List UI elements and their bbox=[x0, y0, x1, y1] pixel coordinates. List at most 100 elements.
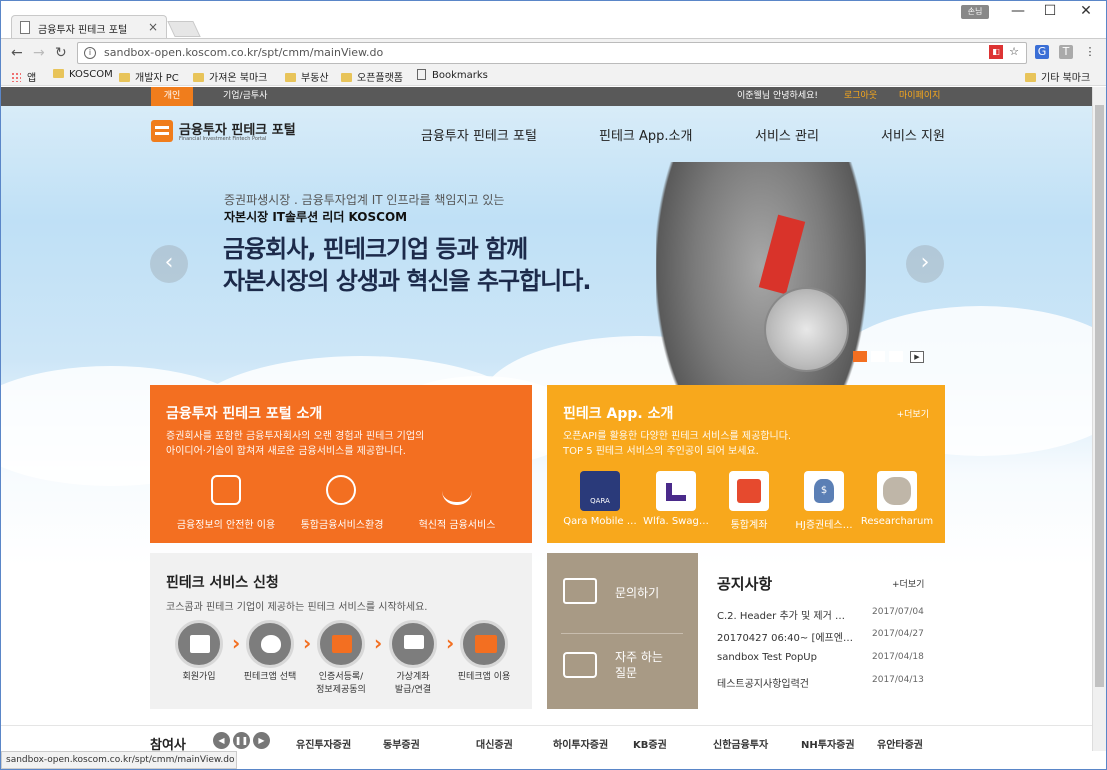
step-label-1: 회원가입 bbox=[182, 672, 216, 682]
slider-dot-2[interactable] bbox=[871, 351, 885, 362]
service-apply-title[interactable]: 핀테크 서비스 신청 bbox=[166, 572, 279, 592]
notice-more-link[interactable]: +더보기 bbox=[892, 577, 924, 590]
portal-intro-title[interactable]: 금융투자 핀테크 포털 소개 bbox=[166, 403, 322, 423]
hero-subtitle: 증권파생시장 . 금융투자업계 IT 인프라를 책임지고 있는 bbox=[224, 193, 505, 207]
app-intro-title[interactable]: 핀테크 App. 소개 bbox=[563, 403, 673, 423]
bookmark-bookmarks[interactable]: Bookmarks bbox=[417, 69, 488, 81]
faq-chat-icon[interactable] bbox=[563, 652, 597, 678]
shield-icon bbox=[211, 475, 241, 505]
slider-next-button[interactable]: › bbox=[906, 245, 944, 283]
apps-icon bbox=[11, 72, 21, 82]
faq-link[interactable]: 자주 하는 질문 bbox=[615, 649, 663, 681]
reload-icon[interactable]: ↻ bbox=[55, 45, 67, 61]
partners-next-button[interactable]: ▶ bbox=[253, 732, 270, 749]
research-app-icon[interactable] bbox=[877, 471, 917, 511]
extension2-icon[interactable]: T bbox=[1059, 45, 1073, 59]
app-label-3[interactable]: 통합계좌 bbox=[711, 516, 787, 531]
partners-title: 참여사 bbox=[150, 738, 186, 751]
translate-icon[interactable]: G bbox=[1035, 45, 1049, 59]
close-window-button[interactable]: ✕ bbox=[1071, 3, 1101, 19]
vertical-scrollbar[interactable] bbox=[1092, 87, 1106, 751]
star-icon[interactable]: ☆ bbox=[1007, 45, 1021, 59]
slider-dot-3[interactable] bbox=[889, 351, 903, 362]
menu-service-manage[interactable]: 서비스 관리 bbox=[755, 125, 819, 144]
back-icon[interactable]: ← bbox=[11, 45, 23, 61]
portal-logo-icon[interactable] bbox=[151, 120, 173, 142]
bookmark-other[interactable]: 기타 북마크 bbox=[1025, 69, 1090, 84]
slider-dot-1[interactable] bbox=[853, 351, 867, 362]
notice-title[interactable]: 공지사항 bbox=[717, 573, 772, 594]
menu-service-support[interactable]: 서비스 지원 bbox=[881, 125, 945, 144]
forward-icon[interactable]: → bbox=[33, 45, 45, 61]
chevron-right-icon: › bbox=[374, 631, 383, 655]
notice-item[interactable]: 20170427 06:40~ [에프엔… 2017/04/27 bbox=[717, 629, 947, 644]
partner-logo[interactable]: KB증권 bbox=[633, 736, 667, 751]
new-tab-button[interactable] bbox=[167, 21, 201, 37]
wifa-app-icon[interactable] bbox=[656, 471, 696, 511]
status-bar: sandbox-open.koscom.co.kr/spt/cmm/mainVi… bbox=[1, 751, 237, 769]
partner-logo[interactable]: 동부증권 bbox=[383, 736, 420, 751]
menu-app-intro[interactable]: 핀테크 App.소개 bbox=[599, 125, 692, 144]
step-label-5: 핀테크앱 이용 bbox=[457, 672, 511, 682]
browser-tab[interactable]: 금융투자 핀테크 포털 × bbox=[11, 15, 167, 39]
step-label-2: 핀테크앱 선택 bbox=[243, 672, 297, 682]
app-more-link[interactable]: +더보기 bbox=[897, 407, 929, 420]
account-app-icon[interactable] bbox=[729, 471, 769, 511]
app-label-1[interactable]: Qara Mobile … bbox=[562, 516, 638, 527]
notice-item[interactable]: 테스트공지사항입력건 2017/04/13 bbox=[717, 675, 947, 690]
partners-pause-button[interactable]: ❚❚ bbox=[233, 732, 250, 749]
portal-logo-subtitle: Financial Investment Fintech Portal bbox=[179, 136, 267, 142]
profile-button[interactable]: 손님 bbox=[961, 5, 989, 19]
virtual-account-step-icon[interactable] bbox=[389, 620, 437, 668]
bookmark-dev-pc[interactable]: 개발자 PC bbox=[119, 69, 179, 84]
extension-icon[interactable]: ◧ bbox=[989, 45, 1003, 59]
bookmark-openplatform[interactable]: 오픈플랫폼 bbox=[341, 69, 403, 84]
logout-link[interactable]: 로그아웃 bbox=[844, 87, 877, 106]
tab-personal[interactable]: 개인 bbox=[151, 87, 193, 106]
info-icon[interactable]: i bbox=[84, 47, 96, 59]
bookmark-apps[interactable]: 앱 bbox=[11, 69, 36, 84]
inquiry-link[interactable]: 문의하기 bbox=[615, 584, 659, 601]
bookmark-koscom[interactable]: KOSCOM bbox=[53, 69, 113, 80]
partner-logo[interactable]: 신한금융투자 bbox=[713, 736, 768, 751]
folder-icon bbox=[1025, 73, 1036, 82]
minimize-button[interactable]: — bbox=[1003, 3, 1033, 19]
slider-play-button[interactable]: ▶ bbox=[910, 351, 924, 363]
app-label-2[interactable]: Wlfa. Swag… bbox=[638, 516, 714, 527]
close-tab-icon[interactable]: × bbox=[148, 20, 158, 34]
address-bar[interactable]: i sandbox-open.koscom.co.kr/spt/cmm/main… bbox=[77, 42, 1027, 64]
partner-logo[interactable]: 대신증권 bbox=[476, 736, 513, 751]
bookmark-realestate[interactable]: 부동산 bbox=[285, 69, 329, 84]
mypage-link[interactable]: 마이페이지 bbox=[899, 87, 940, 106]
web-page: 개인 기업/금투사 이준웰님 안녕하세요! 로그아웃 마이페이지 금융투자 핀테… bbox=[1, 87, 1092, 751]
app-label-4[interactable]: HJ증권테스… bbox=[786, 516, 862, 531]
scrollbar-thumb[interactable] bbox=[1095, 105, 1104, 687]
app-select-step-icon[interactable] bbox=[246, 620, 294, 668]
portal-intro-desc: 증권회사를 포함한 금융투자회사의 오랜 경험과 핀테크 기업의 아이디어·기술… bbox=[166, 431, 425, 457]
top-util-bar: 개인 기업/금투사 이준웰님 안녕하세요! 로그아웃 마이페이지 bbox=[1, 87, 1092, 106]
signup-step-icon[interactable] bbox=[175, 620, 223, 668]
certificate-step-icon[interactable] bbox=[317, 620, 365, 668]
partner-logo[interactable]: 하이투자증권 bbox=[553, 736, 608, 751]
partner-logo[interactable]: 유안타증권 bbox=[877, 736, 923, 751]
notice-item[interactable]: C.2. Header 추가 및 제거 … 2017/07/04 bbox=[717, 607, 947, 622]
step-label-3: 인증서등록/ 정보제공동의 bbox=[316, 672, 366, 695]
notice-item[interactable]: sandbox Test PopUp 2017/04/18 bbox=[717, 652, 947, 663]
inquiry-icon[interactable] bbox=[563, 578, 597, 604]
partners-prev-button[interactable]: ◀ bbox=[213, 732, 230, 749]
menu-icon[interactable]: ⋮ bbox=[1083, 45, 1097, 59]
bookmark-imported[interactable]: 가져온 북마크 bbox=[193, 69, 267, 84]
menu-portal[interactable]: 금융투자 핀테크 포털 bbox=[421, 125, 537, 144]
maximize-button[interactable]: ☐ bbox=[1035, 3, 1065, 19]
folder-icon bbox=[193, 73, 204, 82]
app-use-step-icon[interactable] bbox=[460, 620, 508, 668]
partner-logo[interactable]: 유진투자증권 bbox=[296, 736, 351, 751]
hj-app-icon[interactable]: $ bbox=[804, 471, 844, 511]
browser-window: 금융투자 핀테크 포털 × 손님 — ☐ ✕ ← → ↻ i sandbox-o… bbox=[0, 0, 1107, 770]
portal-intro-box: 금융투자 핀테크 포털 소개 증권회사를 포함한 금융투자회사의 오랜 경험과 … bbox=[150, 385, 532, 543]
qara-app-icon[interactable]: QARA bbox=[580, 471, 620, 511]
slider-prev-button[interactable]: ‹ bbox=[150, 245, 188, 283]
tab-corporate[interactable]: 기업/금투사 bbox=[223, 87, 267, 106]
app-label-5[interactable]: Researcharum bbox=[859, 516, 935, 527]
partner-logo[interactable]: NH투자증권 bbox=[801, 736, 855, 751]
